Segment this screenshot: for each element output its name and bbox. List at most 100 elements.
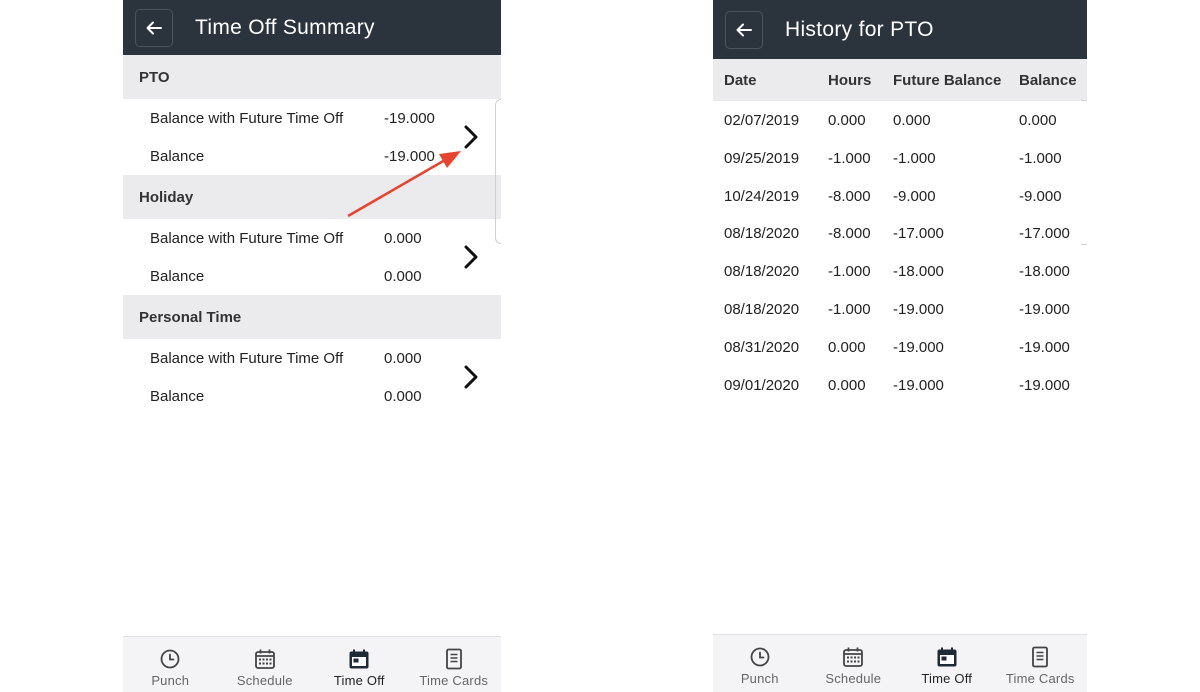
cell-hours: -8.000 bbox=[828, 225, 871, 243]
back-button[interactable] bbox=[725, 10, 763, 49]
clock-icon bbox=[750, 647, 770, 667]
document-icon bbox=[1032, 646, 1049, 668]
balance-label: Balance bbox=[150, 388, 205, 405]
section-personal-time[interactable]: Balance with Future Time Off 0.000 Balan… bbox=[123, 339, 501, 415]
nav-schedule[interactable]: Schedule bbox=[218, 637, 313, 692]
cell-date: 08/18/2020 bbox=[724, 225, 800, 243]
cell-future-balance: -17.000 bbox=[893, 225, 944, 243]
cell-date: 08/18/2020 bbox=[724, 263, 800, 281]
table-row: 08/18/2020 -1.000 -19.000 -19.000 bbox=[713, 290, 1087, 328]
history-table: 02/07/2019 0.000 0.000 0.000 09/25/2019 … bbox=[713, 101, 1087, 403]
nav-label: Schedule bbox=[236, 673, 293, 688]
nav-punch[interactable]: Punch bbox=[123, 637, 218, 692]
balance-future-value: -19.000 bbox=[384, 110, 435, 127]
balance-value: 0.000 bbox=[384, 388, 422, 405]
nav-time-cards[interactable]: Time Cards bbox=[407, 637, 502, 692]
cell-balance: -9.000 bbox=[1019, 187, 1062, 205]
balance-future-value: 0.000 bbox=[384, 230, 422, 247]
balance-value: -19.000 bbox=[384, 148, 435, 165]
cell-future-balance: -19.000 bbox=[893, 338, 944, 356]
balance-label: Balance bbox=[150, 268, 205, 285]
bottom-nav: Punch Schedule Time Off Time Cards bbox=[123, 636, 501, 692]
sheet-edge bbox=[1081, 100, 1087, 245]
column-header-balance: Balance bbox=[1019, 72, 1077, 89]
cell-balance: -18.000 bbox=[1019, 263, 1070, 281]
cell-hours: 0.000 bbox=[828, 376, 866, 394]
balance-future-value: 0.000 bbox=[384, 350, 422, 367]
nav-time-off[interactable]: Time Off bbox=[312, 637, 407, 692]
back-button[interactable] bbox=[135, 8, 173, 47]
section-header-personal-time: Personal Time bbox=[123, 295, 501, 339]
calendar-filled-icon bbox=[349, 649, 369, 669]
cell-date: 09/25/2019 bbox=[724, 149, 800, 167]
nav-label: Time Cards bbox=[419, 673, 489, 688]
page-title: Time Off Summary bbox=[195, 15, 375, 39]
nav-punch[interactable]: Punch bbox=[713, 635, 807, 692]
table-row: 09/01/2020 0.000 -19.000 -19.000 bbox=[713, 366, 1087, 404]
calendar-grid-icon bbox=[254, 649, 275, 669]
cell-hours: -1.000 bbox=[828, 149, 871, 167]
cell-hours: 0.000 bbox=[828, 112, 866, 129]
table-row: 08/31/2020 0.000 -19.000 -19.000 bbox=[713, 328, 1087, 366]
arrow-left-icon bbox=[146, 21, 162, 34]
arrow-left-icon bbox=[736, 23, 752, 36]
time-off-summary-screen: Time Off Summary PTO Balance with Future… bbox=[123, 0, 501, 692]
cell-future-balance: -19.000 bbox=[893, 300, 944, 318]
cell-future-balance: -1.000 bbox=[893, 149, 936, 167]
cell-balance: -19.000 bbox=[1019, 300, 1070, 318]
cell-future-balance: -9.000 bbox=[893, 187, 936, 205]
nav-label: Time Off bbox=[921, 671, 973, 686]
page-title: History for PTO bbox=[785, 17, 934, 41]
bottom-nav: Punch Schedule Time Off Time Cards bbox=[713, 634, 1087, 692]
clock-icon bbox=[160, 649, 180, 669]
calendar-filled-icon bbox=[937, 647, 957, 667]
chevron-right-icon[interactable] bbox=[461, 364, 481, 390]
history-table-header: Date Hours Future Balance Balance bbox=[713, 59, 1087, 101]
section-header-pto: PTO bbox=[123, 55, 501, 99]
app-bar: History for PTO bbox=[713, 0, 1087, 59]
balance-future-label: Balance with Future Time Off bbox=[150, 230, 344, 247]
table-row: 09/25/2019 -1.000 -1.000 -1.000 bbox=[713, 139, 1087, 177]
app-bar: Time Off Summary bbox=[123, 0, 501, 55]
cell-future-balance: -18.000 bbox=[893, 263, 944, 281]
cell-date: 10/24/2019 bbox=[724, 187, 800, 205]
chevron-right-icon[interactable] bbox=[461, 244, 481, 270]
nav-label: Punch bbox=[151, 673, 190, 688]
calendar-grid-icon bbox=[843, 647, 864, 667]
table-row: 08/18/2020 -1.000 -18.000 -18.000 bbox=[713, 252, 1087, 290]
cell-balance: -1.000 bbox=[1019, 149, 1062, 167]
balance-future-label: Balance with Future Time Off bbox=[150, 350, 344, 367]
table-row: 10/24/2019 -8.000 -9.000 -9.000 bbox=[713, 177, 1087, 215]
column-header-date: Date bbox=[724, 72, 757, 89]
cell-hours: 0.000 bbox=[828, 338, 866, 356]
nav-label: Schedule bbox=[825, 671, 882, 686]
section-header-holiday: Holiday bbox=[123, 175, 501, 219]
nav-time-cards[interactable]: Time Cards bbox=[994, 635, 1088, 692]
nav-time-off[interactable]: Time Off bbox=[900, 635, 994, 692]
document-icon bbox=[445, 648, 462, 670]
cell-date: 09/01/2020 bbox=[724, 376, 800, 394]
cell-date: 02/07/2019 bbox=[724, 112, 800, 129]
nav-label: Time Off bbox=[333, 673, 385, 688]
cell-balance: -19.000 bbox=[1019, 376, 1070, 394]
section-pto[interactable]: Balance with Future Time Off -19.000 Bal… bbox=[123, 99, 501, 175]
sheet-edge bbox=[495, 99, 501, 244]
column-header-future-balance: Future Balance bbox=[893, 72, 1002, 89]
cell-future-balance: -19.000 bbox=[893, 376, 944, 394]
column-header-hours: Hours bbox=[828, 72, 872, 89]
section-holiday[interactable]: Balance with Future Time Off 0.000 Balan… bbox=[123, 219, 501, 295]
cell-hours: -1.000 bbox=[828, 263, 871, 281]
balance-future-label: Balance with Future Time Off bbox=[150, 110, 344, 127]
nav-label: Time Cards bbox=[1005, 671, 1075, 686]
cell-hours: -8.000 bbox=[828, 187, 871, 205]
cell-date: 08/31/2020 bbox=[724, 338, 800, 356]
cell-balance: -17.000 bbox=[1019, 225, 1070, 243]
table-row: 02/07/2019 0.000 0.000 0.000 bbox=[713, 101, 1087, 139]
balance-value: 0.000 bbox=[384, 268, 422, 285]
chevron-right-icon[interactable] bbox=[461, 124, 481, 150]
nav-schedule[interactable]: Schedule bbox=[807, 635, 901, 692]
balance-label: Balance bbox=[150, 148, 205, 165]
pto-history-screen: History for PTO Date Hours Future Balanc… bbox=[713, 0, 1087, 692]
cell-balance: -19.000 bbox=[1019, 338, 1070, 356]
cell-hours: -1.000 bbox=[828, 300, 871, 318]
